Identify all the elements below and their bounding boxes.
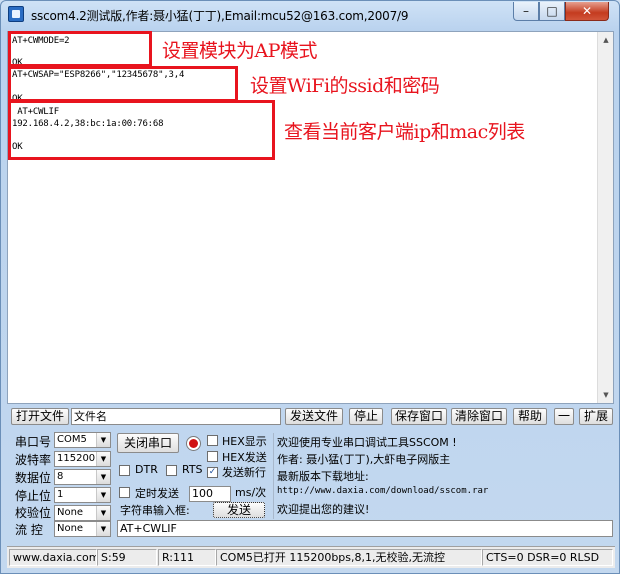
status-sent-count: S:59 (97, 549, 157, 566)
interval-unit-label: ms/次 (235, 486, 267, 499)
dropdown-arrow-icon[interactable]: ▼ (96, 433, 110, 447)
status-signals: CTS=0 DSR=0 RLSD (482, 549, 613, 566)
info-download-link[interactable]: http://www.daxia.com/download/sscom.rar (277, 486, 488, 496)
filename-input[interactable]: 文件名 (71, 408, 281, 425)
databits-value: 8 (57, 471, 64, 482)
send-button[interactable]: 发送 (213, 502, 265, 518)
scroll-down-arrow-icon[interactable]: ▼ (598, 387, 614, 403)
rts-label: RTS (182, 463, 203, 476)
parity-value: None (57, 507, 84, 518)
stopbits-select[interactable]: 1 ▼ (54, 487, 111, 503)
status-bar: www.daxia.com S:59 R:111 COM5已打开 115200b… (7, 546, 615, 568)
close-button[interactable]: ✕ (565, 2, 609, 21)
flow-value: None (57, 523, 84, 534)
flow-select[interactable]: None ▼ (54, 521, 111, 537)
info-download-title: 最新版本下载地址: (277, 470, 369, 483)
baud-value: 115200 (57, 453, 96, 464)
app-icon (8, 6, 24, 22)
receive-area[interactable]: AT+CWMODE=2 OK AT+CWSAP="ESP8266","12345… (7, 31, 614, 404)
databits-label: 数据位 (15, 471, 52, 485)
send-file-button[interactable]: 发送文件 (285, 408, 343, 425)
dropdown-arrow-icon[interactable]: ▼ (96, 522, 110, 536)
send-input[interactable]: AT+CWLIF (117, 520, 613, 537)
dropdown-arrow-icon[interactable]: ▼ (96, 488, 110, 502)
maximize-button[interactable]: □ (539, 2, 565, 21)
close-port-button[interactable]: 关闭串口 (117, 433, 179, 453)
title-bar[interactable]: sscom4.2测试版,作者:聂小猛(丁丁),Email:mcu52@163.c… (1, 1, 619, 31)
dtr-checkbox[interactable] (119, 465, 130, 476)
dropdown-arrow-icon[interactable]: ▼ (96, 506, 110, 520)
status-port-state: COM5已打开 115200bps,8,1,无校验,无流控 (216, 549, 482, 566)
port-status-indicator-icon (186, 436, 201, 451)
vertical-scrollbar[interactable]: ▲ ▼ (597, 32, 613, 403)
stopbits-label: 停止位 (15, 489, 52, 503)
baud-label: 波特率 (15, 453, 52, 467)
info-author: 作者: 聂小猛(丁丁),大虾电子网版主 (277, 453, 451, 466)
interval-input[interactable]: 100 (189, 486, 231, 502)
parity-label: 校验位 (15, 506, 52, 520)
dropdown-arrow-icon[interactable]: ▼ (96, 470, 110, 484)
window-title: sscom4.2测试版,作者:聂小猛(丁丁),Email:mcu52@163.c… (31, 9, 409, 23)
send-newline-checkbox[interactable]: ✓ (207, 467, 218, 478)
timed-send-checkbox[interactable] (119, 487, 130, 498)
stop-button[interactable]: 停止 (349, 408, 383, 425)
stopbits-value: 1 (57, 489, 64, 500)
info-feedback: 欢迎提出您的建议! (277, 503, 370, 516)
open-file-button[interactable]: 打开文件 (11, 408, 69, 425)
app-window: sscom4.2测试版,作者:聂小猛(丁丁),Email:mcu52@163.c… (0, 0, 620, 574)
input-label: 字符串输入框: (120, 504, 190, 517)
rts-checkbox[interactable] (166, 465, 177, 476)
databits-select[interactable]: 8 ▼ (54, 469, 111, 485)
annotation-ssid-password: 设置WiFi的ssid和密码 (250, 75, 440, 97)
port-select[interactable]: COM5 ▼ (54, 432, 111, 448)
flow-label: 流 控 (15, 523, 43, 537)
dtr-label: DTR (135, 463, 158, 476)
status-site: www.daxia.com (9, 549, 97, 566)
dropdown-arrow-icon[interactable]: ▼ (96, 452, 110, 466)
info-welcome: 欢迎使用专业串口调试工具SSCOM ! (277, 436, 457, 449)
hex-display-checkbox[interactable] (207, 435, 218, 446)
clear-window-button[interactable]: 清除窗口 (451, 408, 507, 425)
collapse-button[interactable]: 一 (554, 408, 574, 425)
minimize-button[interactable]: – (513, 2, 539, 21)
send-newline-label: 发送新行 (222, 466, 266, 479)
baud-select[interactable]: 115200 ▼ (54, 451, 111, 467)
hex-send-checkbox[interactable] (207, 451, 218, 462)
highlight-box (8, 66, 238, 102)
status-received-count: R:111 (158, 549, 216, 566)
timed-send-label: 定时发送 (135, 487, 179, 500)
hex-send-label: HEX发送 (222, 451, 267, 464)
expand-button[interactable]: 扩展 (579, 408, 613, 425)
help-button[interactable]: 帮助 (513, 408, 547, 425)
scroll-up-arrow-icon[interactable]: ▲ (598, 32, 614, 48)
parity-select[interactable]: None ▼ (54, 505, 111, 521)
annotation-client-list: 查看当前客户端ip和mac列表 (284, 121, 525, 143)
highlight-box (8, 31, 152, 67)
info-panel: 欢迎使用专业串口调试工具SSCOM ! 作者: 聂小猛(丁丁),大虾电子网版主 … (273, 433, 613, 519)
annotation-ap-mode: 设置模块为AP模式 (162, 40, 318, 62)
highlight-box (8, 100, 275, 160)
hex-display-label: HEX显示 (222, 435, 267, 448)
port-label: 串口号 (15, 435, 52, 449)
save-window-button[interactable]: 保存窗口 (391, 408, 447, 425)
port-value: COM5 (57, 434, 87, 445)
